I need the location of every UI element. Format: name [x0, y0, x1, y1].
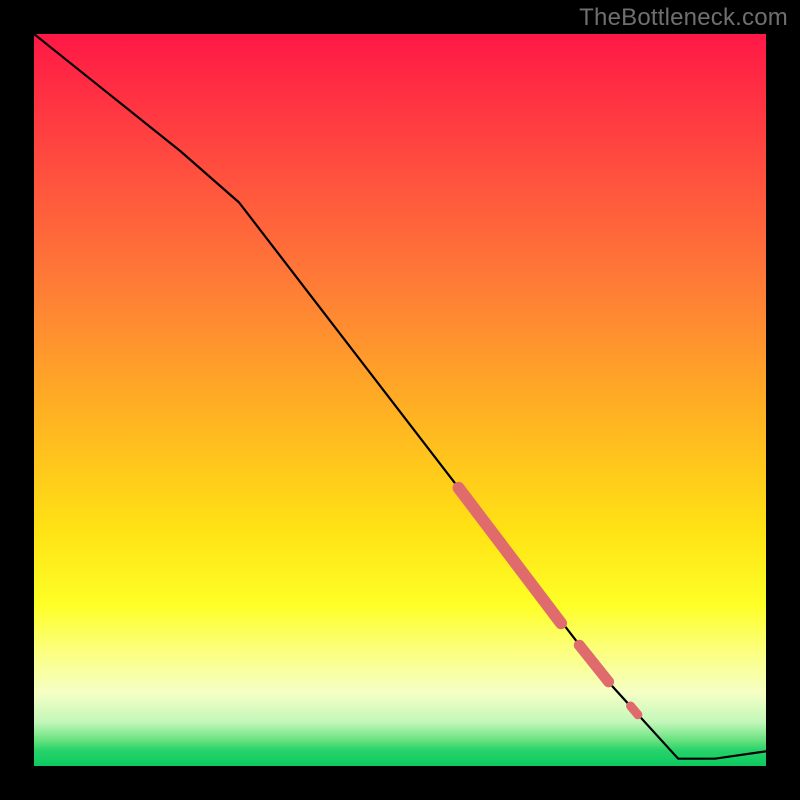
- watermark-text: TheBottleneck.com: [579, 4, 788, 32]
- plot-area: [34, 34, 766, 766]
- chart-svg: [34, 34, 766, 766]
- chart-frame: TheBottleneck.com: [0, 0, 800, 800]
- highlight-dot-b: [631, 706, 638, 715]
